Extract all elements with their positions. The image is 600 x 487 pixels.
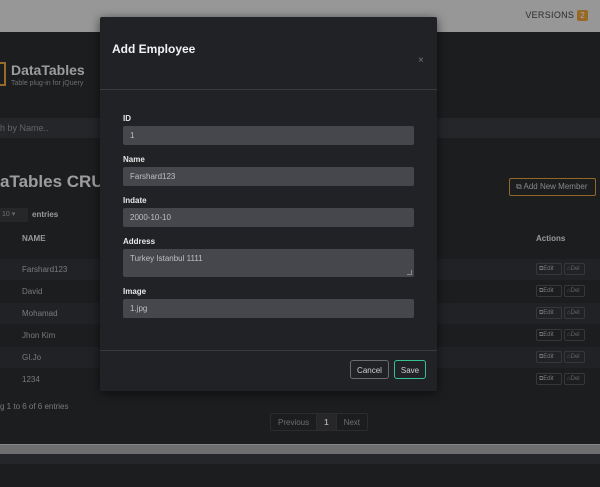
name-value: Farshard123: [130, 172, 176, 181]
name-field[interactable]: Farshard123: [123, 167, 414, 186]
indate-field[interactable]: 2000-10-10: [123, 208, 414, 227]
indate-value: 2000-10-10: [130, 213, 171, 222]
modal-title: Add Employee: [112, 42, 196, 56]
address-field[interactable]: Turkey Istanbul 1111: [123, 249, 414, 277]
address-label: Address: [123, 237, 156, 246]
image-value: 1.jpg: [130, 304, 148, 313]
add-employee-modal: Add Employee × ID 1 Name Farshard123 Ind…: [100, 17, 437, 391]
id-value: 1: [130, 131, 135, 140]
id-label: ID: [123, 114, 131, 123]
cancel-button[interactable]: Cancel: [350, 360, 389, 379]
name-label: Name: [123, 155, 145, 164]
image-field[interactable]: 1.jpg: [123, 299, 414, 318]
address-value: Turkey Istanbul 1111: [130, 254, 203, 263]
id-field[interactable]: 1: [123, 126, 414, 145]
image-label: Image: [123, 287, 147, 296]
close-icon[interactable]: ×: [418, 55, 424, 66]
save-button[interactable]: Save: [394, 360, 426, 379]
resize-grip-icon[interactable]: [407, 270, 412, 275]
modal-header: Add Employee ×: [100, 17, 437, 90]
indate-label: Indate: [123, 196, 147, 205]
